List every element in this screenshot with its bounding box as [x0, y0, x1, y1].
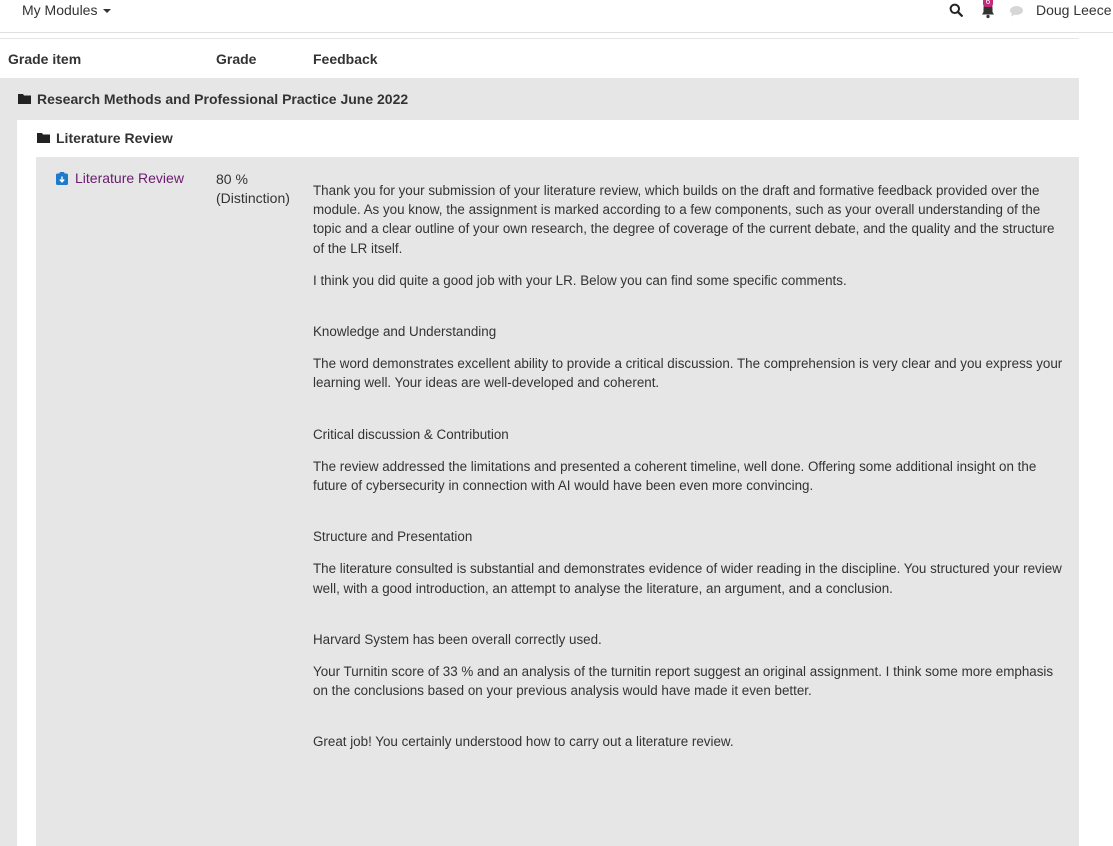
feedback-section-body: The literature consulted is substantial … [313, 561, 1062, 596]
search-icon[interactable] [949, 3, 963, 17]
feedback-section-body: The word demonstrates excellent ability … [313, 356, 1063, 391]
feedback-section-heading: Knowledge and Understanding [313, 324, 497, 340]
feedback-section-body: Your Turnitin score of 33 % and an analy… [313, 664, 1054, 699]
column-header-grade: Grade [216, 51, 257, 67]
grade-item-link[interactable]: Literature Review [56, 170, 184, 186]
notifications-button[interactable]: 6 [980, 0, 996, 20]
assignment-icon [56, 171, 68, 185]
subcategory-title: Literature Review [37, 130, 173, 146]
category-name: Research Methods and Professional Practi… [37, 91, 409, 107]
grades-table-header: Grade item Grade Feedback [0, 38, 1079, 78]
column-header-grade-item: Grade item [8, 51, 82, 67]
feedback-section-heading: Harvard System has been overall correctl… [313, 631, 602, 647]
grade-cell: 80 % (Distinction) [216, 170, 290, 208]
feedback-closing: Great job! You certainly understood how … [313, 734, 734, 750]
grade-item-row: Literature Review 80 % (Distinction) Tha… [36, 157, 1079, 846]
category-row: Research Methods and Professional Practi… [0, 78, 1079, 846]
my-modules-label: My Modules [22, 2, 98, 18]
category-title: Research Methods and Professional Practi… [18, 91, 408, 107]
feedback-section-heading: Critical discussion & Contribution [313, 426, 509, 442]
subcategory-row: Literature Review Literature Review 80 %… [17, 120, 1079, 846]
notification-badge: 6 [983, 0, 993, 7]
feedback-intro: Thank you for your submission of your li… [313, 183, 1055, 256]
my-modules-menu[interactable]: My Modules [22, 2, 112, 18]
top-navbar: My Modules 6 Doug Leece [0, 0, 1113, 33]
feedback-section-heading: Structure and Presentation [313, 529, 473, 545]
user-menu[interactable]: Doug Leece [1036, 2, 1112, 18]
grade-letter: (Distinction) [216, 190, 290, 206]
grade-item-name: Literature Review [75, 170, 184, 186]
feedback-summary: I think you did quite a good job with yo… [313, 272, 847, 288]
feedback-section-body: The review addressed the limitations and… [313, 458, 1037, 494]
caret-down-icon [103, 8, 112, 13]
grade-value: 80 % [216, 171, 248, 187]
column-header-feedback: Feedback [313, 51, 378, 67]
feedback-cell: Thank you for your submission of your li… [313, 181, 1068, 765]
subcategory-name: Literature Review [56, 130, 173, 146]
chat-icon[interactable] [1009, 5, 1024, 17]
folder-icon [37, 133, 50, 143]
folder-icon [18, 94, 31, 104]
